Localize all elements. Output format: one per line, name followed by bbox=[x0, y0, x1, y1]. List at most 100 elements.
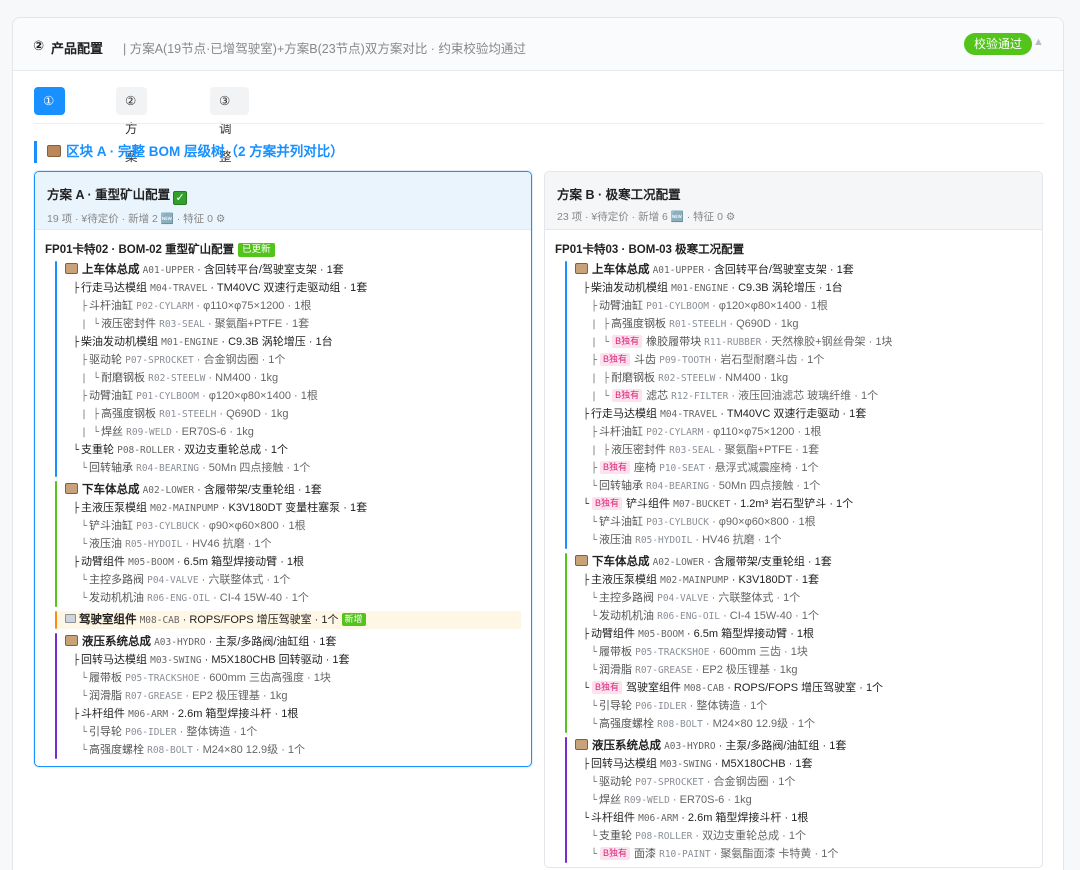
tree-row[interactable]: | └ 液压密封件 R03-SEAL · 聚氨酯+PTFE · 1套 bbox=[65, 315, 521, 333]
item-code: P06-IDLER bbox=[635, 701, 687, 712]
tree-row[interactable]: ├ 回转马达模组 M03-SWING · M5X180CHB 回转驱动 · 1套 bbox=[65, 651, 521, 669]
item-code: R02-STEELW bbox=[658, 373, 716, 384]
tree-row[interactable]: ├ 行走马达模组 M04-TRAVEL · TM40VC 双速行走驱动组 · 1套 bbox=[65, 279, 521, 297]
tree-row[interactable]: ├ 柴油发动机模组 M01-ENGINE · C9.3B 涡轮增压 · 1台 bbox=[575, 279, 1032, 297]
tree-row[interactable]: ├ 斗杆油缸 P02-CYLARM · φ110×φ75×1200 · 1根 bbox=[65, 297, 521, 315]
tree-row[interactable]: ├ 斗杆油缸 P02-CYLARM · φ110×φ75×1200 · 1根 bbox=[575, 423, 1032, 441]
tab-plan-compare[interactable]: ② 方案对比 bbox=[116, 87, 147, 220]
tree-row[interactable]: └ 主控多路阀 P04-VALVE · 六联整体式 · 1个 bbox=[65, 571, 521, 589]
tree-row[interactable]: └ 引导轮 P06-IDLER · 整体铸造 · 1个 bbox=[65, 723, 521, 741]
tree-row[interactable]: ├ 回转马达模组 M03-SWING · M5X180CHB · 1套 bbox=[575, 755, 1032, 773]
item-code: A01-UPPER bbox=[652, 265, 705, 276]
item-code: P01-CYLBOOM bbox=[646, 301, 710, 312]
item-code: M07-BUCKET bbox=[673, 499, 731, 510]
tree-row[interactable]: | ├ 高强度钢板 R01-STEELH · Q690D · 1kg bbox=[65, 405, 521, 423]
tree-row[interactable]: 下车体总成 A02-LOWER · 含履带架/支重轮组 · 1套 bbox=[575, 553, 1032, 571]
tree-row[interactable]: ├ B独有 座椅 P10-SEAT · 悬浮式减震座椅 · 1个 bbox=[575, 459, 1032, 477]
tree-row[interactable]: └ 润滑脂 R07-GREASE · EP2 极压锂基 · 1kg bbox=[65, 687, 521, 705]
tree-row[interactable]: 下车体总成 A02-LOWER · 含履带架/支重轮组 · 1套 bbox=[65, 481, 521, 499]
tab-hierarchy-tree[interactable]: ① 层级树 bbox=[34, 87, 65, 192]
item-desc: · 含回转平台/驾驶室支架 · 1套 bbox=[194, 264, 344, 276]
tree-row[interactable]: └ 铲斗油缸 P03-CYLBUCK · φ90×φ60×800 · 1根 bbox=[65, 517, 521, 535]
tree-row[interactable]: ├ 柴油发动机模组 M01-ENGINE · C9.3B 涡轮增压 · 1台 bbox=[65, 333, 521, 351]
tree-connector: └ bbox=[81, 745, 88, 756]
tree-row[interactable]: └ 高强度螺栓 R08-BOLT · M24×80 12.9级 · 1个 bbox=[575, 715, 1032, 733]
tree-row[interactable]: └ 铲斗油缸 P03-CYLBUCK · φ90×φ60×800 · 1根 bbox=[575, 513, 1032, 531]
panel-header[interactable]: ② 产品配置 | 方案A(19节点·已增驾驶室)+方案B(23节点)双方案对比 … bbox=[13, 18, 1063, 71]
tree-row[interactable]: 上车体总成 A01-UPPER · 含回转平台/驾驶室支架 · 1套 bbox=[65, 261, 521, 279]
item-code: P09-TOOTH bbox=[659, 355, 711, 366]
tree-row[interactable]: └ 焊丝 R09-WELD · ER70S-6 · 1kg bbox=[575, 791, 1032, 809]
tree-row[interactable]: └ 斗杆组件 M06-ARM · 2.6m 箱型焊接斗杆 · 1根 bbox=[575, 809, 1032, 827]
tree-row[interactable]: └ 引导轮 P06-IDLER · 整体铸造 · 1个 bbox=[575, 697, 1032, 715]
tree-row[interactable]: └ 发动机机油 R06-ENG-OIL · CI-4 15W-40 · 1个 bbox=[65, 589, 521, 607]
tree-row[interactable]: └ 履带板 P05-TRACKSHOE · 600mm 三齿 · 1块 bbox=[575, 643, 1032, 661]
tree-connector: ├ bbox=[591, 301, 598, 312]
item-name: 高强度钢板 bbox=[101, 408, 157, 420]
item-desc: · ER70S-6 · 1kg bbox=[669, 794, 752, 806]
tree-row[interactable]: └ B独有 驾驶室组件 M08-CAB · ROPS/FOPS 增压驾驶室 · 1个 bbox=[575, 679, 1032, 697]
item-name: 引导轮 bbox=[89, 726, 123, 738]
item-desc: · TM40VC 双速行走驱动组 · 1套 bbox=[207, 282, 368, 294]
tree-row[interactable]: ├ 驱动轮 P07-SPROCKET · 合金钢齿圈 · 1个 bbox=[65, 351, 521, 369]
tree-row[interactable]: 液压系统总成 A03-HYDRO · 主泵/多路阀/油缸组 · 1套 bbox=[575, 737, 1032, 755]
tree-row[interactable]: └ 发动机机油 R06-ENG-OIL · CI-4 15W-40 · 1个 bbox=[575, 607, 1032, 625]
item-name: 铲斗组件 bbox=[626, 498, 671, 510]
tree-row[interactable]: ├ 动臂组件 M05-BOOM · 6.5m 箱型焊接动臂 · 1根 bbox=[575, 625, 1032, 643]
tree-connector: | ├ bbox=[591, 445, 610, 456]
item-code: P03-CYLBUCK bbox=[136, 521, 200, 532]
tree-row[interactable]: └ 润滑脂 R07-GREASE · EP2 极压锂基 · 1kg bbox=[575, 661, 1032, 679]
item-desc: · 整体铸造 · 1个 bbox=[176, 726, 258, 738]
tree-row[interactable]: | ├ 液压密封件 R03-SEAL · 聚氨酯+PTFE · 1套 bbox=[575, 441, 1032, 459]
item-desc: · 岩石型耐磨斗齿 · 1个 bbox=[710, 354, 825, 366]
item-desc: · NM400 · 1kg bbox=[205, 372, 279, 384]
tree-row[interactable]: 驾驶室组件 M08-CAB · ROPS/FOPS 增压驾驶室 · 1个 新增 bbox=[55, 611, 521, 629]
tree-connector: ├ bbox=[81, 355, 88, 366]
tree-row[interactable]: | └ 焊丝 R09-WELD · ER70S-6 · 1kg bbox=[65, 423, 521, 441]
plan-a-card[interactable]: 方案 A · 重型矿山配置 ✓ 19 项 · ¥待定价 · 新增 2 🆕 · 特征… bbox=[34, 171, 532, 767]
tree-row[interactable]: └ 液压油 R05-HYDOIL · HV46 抗磨 · 1个 bbox=[65, 535, 521, 553]
tree-row[interactable]: | └ B独有 橡胶履带块 R11-RUBBER · 天然橡胶+钢丝骨架 · 1块 bbox=[575, 333, 1032, 351]
plan-b-card[interactable]: 方案 B · 极寒工况配置 23 项 · ¥待定价 · 新增 6 🆕 · 特征 … bbox=[544, 171, 1043, 868]
tree-row[interactable]: ├ 动臂油缸 P01-CYLBOOM · φ120×φ80×1400 · 1根 bbox=[65, 387, 521, 405]
tree-row[interactable]: 上车体总成 A01-UPPER · 含回转平台/驾驶室支架 · 1套 bbox=[575, 261, 1032, 279]
tree-row[interactable]: ├ 动臂油缸 P01-CYLBOOM · φ120×φ80×1400 · 1根 bbox=[575, 297, 1032, 315]
tree-row[interactable]: └ 回转轴承 R04-BEARING · 50Mn 四点接触 · 1个 bbox=[575, 477, 1032, 495]
tree-row[interactable]: └ 支重轮 P08-ROLLER · 双边支重轮总成 · 1个 bbox=[65, 441, 521, 459]
item-name: 主液压泵模组 bbox=[81, 502, 148, 514]
tree-row[interactable]: | └ B独有 滤芯 R12-FILTER · 液压回油滤芯 玻璃纤维 · 1个 bbox=[575, 387, 1032, 405]
tree-connector: └ bbox=[583, 813, 590, 824]
tree-row[interactable]: └ B独有 面漆 R10-PAINT · 聚氨酯面漆 卡特黄 · 1个 bbox=[575, 845, 1032, 863]
tree-row[interactable]: 液压系统总成 A03-HYDRO · 主泵/多路阀/油缸组 · 1套 bbox=[65, 633, 521, 651]
item-desc: · EP2 极压锂基 · 1kg bbox=[692, 664, 798, 676]
tree-row[interactable]: └ B独有 铲斗组件 M07-BUCKET · 1.2m³ 岩石型铲斗 · 1个 bbox=[575, 495, 1032, 513]
item-desc: · C9.3B 涡轮增压 · 1台 bbox=[218, 336, 333, 348]
tree-row[interactable]: └ 液压油 R05-HYDOIL · HV46 抗磨 · 1个 bbox=[575, 531, 1032, 549]
tree-row[interactable]: | ├ 高强度钢板 R01-STEELH · Q690D · 1kg bbox=[575, 315, 1032, 333]
tree-row[interactable]: └ 主控多路阀 P04-VALVE · 六联整体式 · 1个 bbox=[575, 589, 1032, 607]
tree-row[interactable]: ├ 主液压泵模组 M02-MAINPUMP · K3V180DT · 1套 bbox=[575, 571, 1032, 589]
tree-row[interactable]: | └ 耐磨钢板 R02-STEELW · NM400 · 1kg bbox=[65, 369, 521, 387]
tree-connector: └ bbox=[591, 611, 598, 622]
tree-row[interactable]: ├ 斗杆组件 M06-ARM · 2.6m 箱型焊接斗杆 · 1根 bbox=[65, 705, 521, 723]
tree-connector: | └ bbox=[81, 319, 100, 330]
tree-row[interactable]: └ 回转轴承 R04-BEARING · 50Mn 四点接触 · 1个 bbox=[65, 459, 521, 477]
tab-adjust-suggestions[interactable]: ③ 调整建议3 bbox=[210, 87, 249, 250]
tree-row[interactable]: ├ 动臂组件 M05-BOOM · 6.5m 箱型焊接动臂 · 1根 bbox=[65, 553, 521, 571]
item-code: P02-CYLARM bbox=[646, 427, 704, 438]
tree-row[interactable]: └ 履带板 P05-TRACKSHOE · 600mm 三齿高强度 · 1块 bbox=[65, 669, 521, 687]
tree-row[interactable]: ├ 主液压泵模组 M02-MAINPUMP · K3V180DT 变量柱塞泵 · … bbox=[65, 499, 521, 517]
tree-row[interactable]: ├ B独有 斗齿 P09-TOOTH · 岩石型耐磨斗齿 · 1个 bbox=[575, 351, 1032, 369]
tree-row[interactable]: └ 驱动轮 P07-SPROCKET · 合金钢齿圈 · 1个 bbox=[575, 773, 1032, 791]
item-name: 动臂油缸 bbox=[89, 390, 134, 402]
tree-connector: ├ bbox=[73, 337, 80, 348]
tree-row[interactable]: ├ 行走马达模组 M04-TRAVEL · TM40VC 双速行走驱动 · 1套 bbox=[575, 405, 1032, 423]
item-name: 动臂组件 bbox=[591, 628, 636, 640]
item-name: 主控多路阀 bbox=[89, 574, 145, 586]
tree-connector: ├ bbox=[591, 355, 598, 366]
collapse-caret-icon[interactable]: ▲ bbox=[1033, 36, 1044, 48]
tree-row[interactable]: └ 高强度螺栓 R08-BOLT · M24×80 12.9级 · 1个 bbox=[65, 741, 521, 759]
tree-row[interactable]: └ 支重轮 P08-ROLLER · 双边支重轮总成 · 1个 bbox=[575, 827, 1032, 845]
item-code: P07-SPROCKET bbox=[635, 777, 704, 788]
tree-row[interactable]: | ├ 耐磨钢板 R02-STEELW · NM400 · 1kg bbox=[575, 369, 1032, 387]
